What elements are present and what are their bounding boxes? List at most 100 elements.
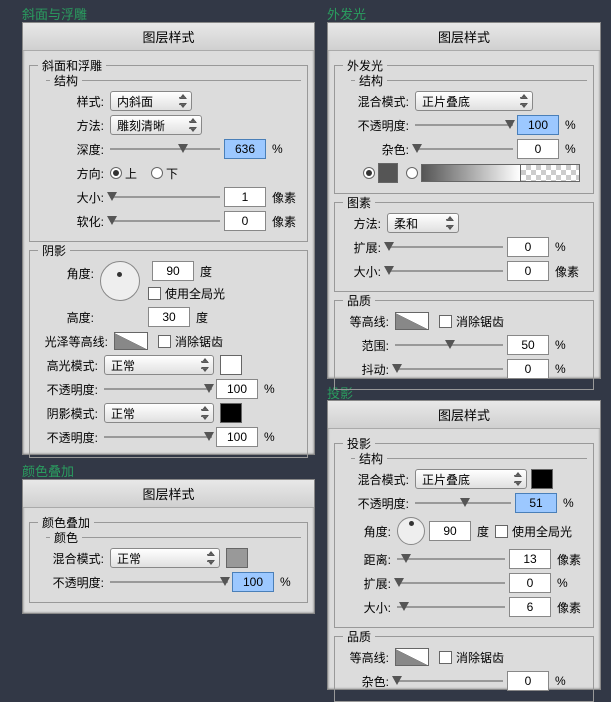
input-noise-og[interactable]: 0	[517, 139, 559, 159]
slider-opacity-og[interactable]	[415, 118, 513, 132]
radio-down[interactable]	[151, 167, 163, 179]
label-method: 方法:	[46, 117, 104, 134]
check-antialias-og[interactable]	[439, 315, 452, 328]
slider-noise-ds[interactable]	[395, 674, 503, 688]
input-range-og[interactable]: 50	[507, 335, 549, 355]
select-highlight-mode[interactable]: 正常	[104, 355, 214, 375]
input-altitude[interactable]: 30	[148, 307, 190, 327]
glow-gradient-swatch[interactable]	[421, 164, 521, 182]
input-angle-ds[interactable]: 90	[429, 521, 471, 541]
panel-dropshadow: 图层样式 投影 结构 混合模式: 正片叠底 不透明度: 51 % 角度: 90 …	[327, 400, 601, 690]
select-method-og[interactable]: 柔和	[387, 213, 459, 233]
slider-spread-og[interactable]	[387, 240, 503, 254]
slider-hi-opacity[interactable]	[104, 382, 212, 396]
unit-px: 像素	[272, 189, 296, 206]
label-altitude: 高度:	[36, 309, 94, 326]
check-antialias[interactable]	[158, 335, 171, 348]
select-blend-ds[interactable]: 正片叠底	[415, 469, 527, 489]
radio-color-og[interactable]	[363, 167, 375, 179]
input-opacity-ds[interactable]: 51	[515, 493, 557, 513]
gloss-contour-swatch[interactable]	[114, 332, 148, 350]
input-size[interactable]: 1	[224, 187, 266, 207]
input-opacity-co[interactable]: 100	[232, 572, 274, 592]
structure-label-ds: 结构	[355, 450, 387, 467]
radio-gradient-og[interactable]	[406, 167, 418, 179]
label-antialias: 消除锯齿	[175, 333, 223, 350]
input-opacity-og[interactable]: 100	[517, 115, 559, 135]
label-angle-ds: 角度:	[351, 523, 391, 540]
input-depth[interactable]: 636	[224, 139, 266, 159]
label-global-ds: 使用全局光	[512, 523, 572, 540]
slider-opacity-ds[interactable]	[415, 496, 511, 510]
label-soften: 软化:	[46, 213, 104, 230]
label-contour-og: 等高线:	[341, 313, 389, 330]
check-global-ds[interactable]	[495, 525, 508, 538]
glow-gradient-alpha	[520, 164, 580, 182]
glow-color-swatch[interactable]	[378, 163, 398, 183]
select-blend-co[interactable]: 正常	[110, 548, 220, 568]
label-opacity-ds: 不透明度:	[351, 495, 409, 512]
slider-soften[interactable]	[110, 214, 220, 228]
label-highlight: 高光模式:	[36, 357, 98, 374]
label-opacity-sh: 不透明度:	[36, 429, 98, 446]
panel-coloroverlay: 图层样式 颜色叠加 颜色 混合模式: 正常 不透明度: 100 %	[22, 479, 315, 614]
label-angle: 角度:	[36, 265, 94, 282]
select-blend-og[interactable]: 正片叠底	[415, 91, 533, 111]
label-spread-ds: 扩展:	[351, 575, 391, 592]
select-style[interactable]: 内斜面	[110, 91, 192, 111]
elements-label: 图素	[343, 194, 375, 211]
angle-dial-ds[interactable]	[397, 517, 425, 545]
label-method-og: 方法:	[341, 215, 381, 232]
panel-outerglow: 图层样式 外发光 结构 混合模式: 正片叠底 不透明度: 100 % 杂色: 0…	[327, 22, 601, 379]
label-antialias-og: 消除锯齿	[456, 313, 504, 330]
slider-size-ds[interactable]	[397, 600, 505, 614]
label-size: 大小:	[46, 189, 104, 206]
check-global-light[interactable]	[148, 287, 161, 300]
label-global-light: 使用全局光	[165, 285, 225, 302]
quality-label-ds: 品质	[343, 628, 375, 645]
contour-swatch-og[interactable]	[395, 312, 429, 330]
slider-noise-og[interactable]	[415, 142, 513, 156]
input-distance-ds[interactable]: 13	[509, 549, 551, 569]
input-soften[interactable]: 0	[224, 211, 266, 231]
slider-spread-ds[interactable]	[397, 576, 505, 590]
input-spread-og[interactable]: 0	[507, 237, 549, 257]
input-hi-opacity[interactable]: 100	[216, 379, 258, 399]
overlay-color-swatch[interactable]	[226, 548, 248, 568]
label-spread-og: 扩展:	[341, 239, 381, 256]
input-angle[interactable]: 90	[152, 261, 194, 281]
unit-px: 像素	[272, 213, 296, 230]
shadow-color-swatch[interactable]	[220, 403, 242, 423]
radio-up[interactable]	[110, 167, 122, 179]
panel-bevel: 图层样式 斜面和浮雕 结构 样式: 内斜面 方法: 雕刻清晰 深度: 636 %…	[22, 22, 315, 455]
title-outerglow: 外发光	[327, 4, 366, 23]
title-coloroverlay: 颜色叠加	[22, 461, 74, 480]
label-size-og: 大小:	[341, 263, 381, 280]
color-label: 颜色	[50, 529, 82, 546]
highlight-color-swatch[interactable]	[220, 355, 242, 375]
slider-range-og[interactable]	[395, 338, 503, 352]
ds-color-swatch[interactable]	[531, 469, 553, 489]
select-shadow-mode[interactable]: 正常	[104, 403, 214, 423]
slider-sh-opacity[interactable]	[104, 430, 212, 444]
input-size-ds[interactable]: 6	[509, 597, 551, 617]
contour-swatch-ds[interactable]	[395, 648, 429, 666]
slider-size[interactable]	[110, 190, 220, 204]
input-spread-ds[interactable]: 0	[509, 573, 551, 593]
slider-depth[interactable]	[110, 142, 220, 156]
slider-distance-ds[interactable]	[397, 552, 505, 566]
slider-size-og[interactable]	[387, 264, 503, 278]
unit-deg: 度	[200, 263, 212, 280]
select-method[interactable]: 雕刻清晰	[110, 115, 202, 135]
input-size-og[interactable]: 0	[507, 261, 549, 281]
input-sh-opacity[interactable]: 100	[216, 427, 258, 447]
input-noise-ds[interactable]: 0	[507, 671, 549, 691]
panel-header: 图层样式	[328, 23, 600, 51]
label-direction: 方向:	[46, 165, 104, 182]
angle-dial[interactable]	[100, 261, 140, 301]
slider-jitter-og[interactable]	[395, 362, 503, 376]
check-antialias-ds[interactable]	[439, 651, 452, 664]
slider-opacity-co[interactable]	[110, 575, 228, 589]
input-jitter-og[interactable]: 0	[507, 359, 549, 379]
structure-label-og: 结构	[355, 72, 387, 89]
